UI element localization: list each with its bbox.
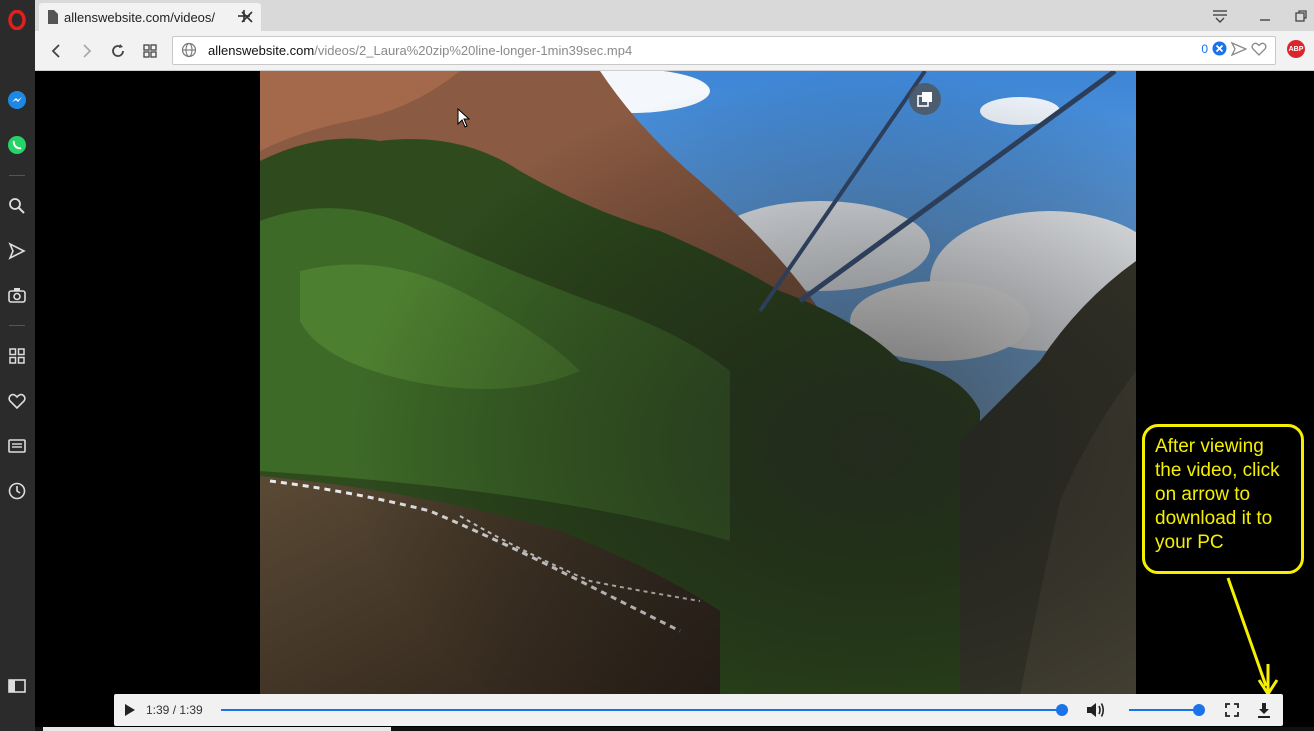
bookmark-heart-icon[interactable] xyxy=(1251,42,1267,56)
browser-tab[interactable]: allenswebsite.com/videos/ xyxy=(39,3,261,31)
opera-sidebar xyxy=(0,0,35,731)
video-viewport: After viewing the video, click on arrow … xyxy=(35,71,1314,731)
url-text[interactable]: allenswebsite.com/videos/2_Laura%20zip%2… xyxy=(208,43,632,58)
search-icon[interactable] xyxy=(5,194,29,218)
tab-title: allenswebsite.com/videos/ xyxy=(64,9,216,25)
url-domain: allenswebsite.com xyxy=(208,43,315,58)
time-display: 1:39 / 1:39 xyxy=(146,703,203,717)
heart-icon[interactable] xyxy=(5,389,29,413)
send-icon[interactable] xyxy=(5,239,29,263)
whatsapp-icon[interactable] xyxy=(5,133,29,157)
seek-handle[interactable] xyxy=(1056,704,1068,716)
sidebar-divider xyxy=(9,175,25,176)
url-path: /videos/2_Laura%20zip%20line-longer-1min… xyxy=(314,43,633,58)
new-tab-button[interactable] xyxy=(234,6,254,26)
reload-button[interactable] xyxy=(107,40,129,62)
ad-block-icon[interactable] xyxy=(1212,41,1227,56)
blocked-count: 0 xyxy=(1201,41,1208,56)
seek-bar[interactable] xyxy=(221,704,1068,716)
download-icon[interactable] xyxy=(1256,701,1272,719)
speed-dial-button[interactable] xyxy=(139,40,161,62)
instruction-callout: After viewing the video, click on arrow … xyxy=(1142,424,1304,574)
restore-icon[interactable] xyxy=(1291,6,1311,26)
fullscreen-icon[interactable] xyxy=(1224,702,1240,718)
history-icon[interactable] xyxy=(5,479,29,503)
volume-level xyxy=(1129,709,1199,711)
popout-video-button[interactable] xyxy=(909,83,941,115)
status-bar-segment xyxy=(43,727,391,731)
messenger-icon[interactable] xyxy=(5,88,29,112)
send-to-flow-icon[interactable] xyxy=(1231,41,1247,56)
camera-icon[interactable] xyxy=(5,283,29,307)
mouse-cursor-icon xyxy=(457,108,471,128)
adblock-plus-icon[interactable]: ABP xyxy=(1287,40,1305,58)
video-controls: 1:39 / 1:39 xyxy=(114,694,1283,726)
volume-slider[interactable] xyxy=(1129,704,1205,716)
opera-logo[interactable] xyxy=(5,8,29,32)
url-actions: 0 xyxy=(1201,41,1267,56)
play-button[interactable] xyxy=(122,702,138,718)
video-scene-image xyxy=(260,71,1136,695)
speed-dial-icon[interactable] xyxy=(5,344,29,368)
tab-menu-icon[interactable] xyxy=(1210,6,1230,26)
back-button[interactable] xyxy=(45,40,67,62)
callout-arrow-icon xyxy=(1210,576,1280,701)
video-frame[interactable] xyxy=(260,71,1136,695)
minimize-icon[interactable] xyxy=(1255,6,1275,26)
forward-button[interactable] xyxy=(76,40,98,62)
seek-progress xyxy=(221,709,1062,711)
sidebar-toggle-icon[interactable] xyxy=(5,674,29,698)
volume-handle[interactable] xyxy=(1193,704,1205,716)
news-icon[interactable] xyxy=(5,434,29,458)
address-bar[interactable]: allenswebsite.com/videos/2_Laura%20zip%2… xyxy=(172,36,1276,65)
volume-icon[interactable] xyxy=(1085,700,1107,720)
tab-strip: allenswebsite.com/videos/ xyxy=(35,0,1314,31)
sidebar-divider xyxy=(9,325,25,326)
page-icon xyxy=(47,10,58,24)
address-toolbar: allenswebsite.com/videos/2_Laura%20zip%2… xyxy=(35,31,1314,71)
callout-text: After viewing the video, click on arrow … xyxy=(1155,436,1280,553)
globe-icon xyxy=(181,42,197,58)
